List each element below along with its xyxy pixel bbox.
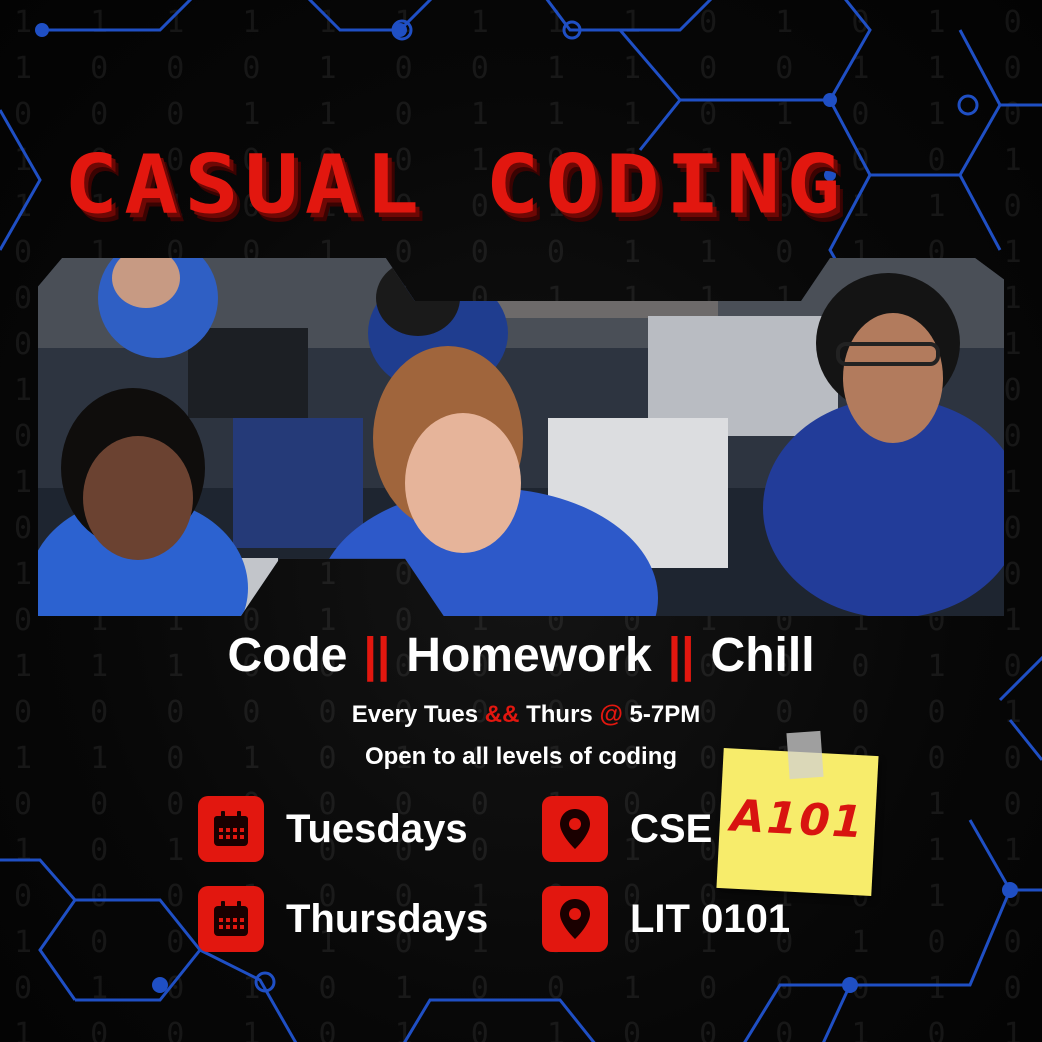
tagline-chill: Chill bbox=[710, 629, 815, 682]
sticky-note-text: A101 bbox=[729, 790, 866, 849]
day-tuesdays: Tuesdays bbox=[198, 796, 468, 862]
schedule-amp: && bbox=[484, 701, 520, 728]
page-title: CASUAL CODING bbox=[64, 138, 847, 233]
schedule-prefix: Every Tues bbox=[351, 701, 479, 728]
location-pin-icon bbox=[542, 796, 608, 862]
tagline-code: Code bbox=[227, 629, 348, 682]
calendar-icon bbox=[198, 796, 264, 862]
tagline: Code || Homework || Chill bbox=[0, 628, 1042, 683]
tape bbox=[786, 730, 824, 780]
calendar-icon bbox=[198, 886, 264, 952]
location-lit: LIT 0101 bbox=[542, 886, 790, 952]
day-label: Thursdays bbox=[286, 896, 489, 941]
tagline-separator: || bbox=[363, 629, 391, 682]
tagline-homework: Homework bbox=[406, 629, 652, 682]
schedule-mid: Thurs bbox=[526, 701, 593, 728]
audience-line: Open to all levels of coding bbox=[364, 743, 678, 770]
location-cse: CSE bbox=[542, 796, 712, 862]
poster: 1 1 1 1 1 1 1 1 1 0 1 0 1 0 1 0 1 0 1 1 … bbox=[0, 0, 1042, 1042]
tagline-separator: || bbox=[667, 629, 695, 682]
schedule-time: 5-7PM bbox=[629, 701, 701, 728]
schedule-line: Every Tues && Thurs @ 5-7PM bbox=[0, 701, 1042, 729]
group-photo bbox=[38, 258, 1004, 616]
location-label: LIT 0101 bbox=[630, 896, 791, 941]
schedule-at: @ bbox=[599, 701, 623, 728]
day-label: Tuesdays bbox=[286, 806, 468, 851]
location-label: CSE bbox=[630, 806, 713, 851]
day-thursdays: Thursdays bbox=[198, 886, 488, 952]
location-pin-icon bbox=[542, 886, 608, 952]
